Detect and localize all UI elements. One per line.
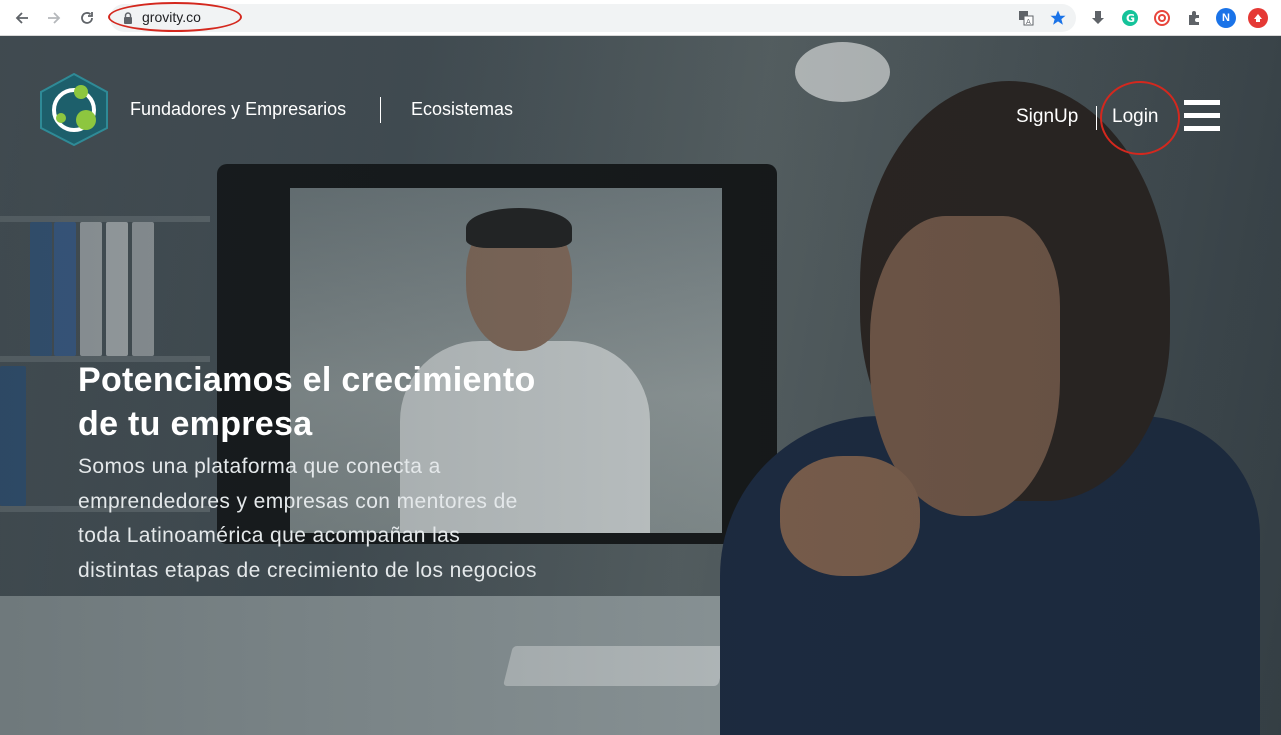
profile-avatar[interactable]: N [1216, 8, 1236, 28]
hamburger-menu-icon[interactable] [1184, 100, 1220, 132]
nav-founders-link[interactable]: Fundadores y Empresarios [130, 99, 346, 120]
download-icon[interactable] [1088, 8, 1108, 28]
auth-divider [1096, 106, 1097, 130]
hero-headline: Potenciamos el crecimiento de tu empresa [78, 358, 638, 446]
address-bar[interactable]: grovity.co A [110, 4, 1076, 32]
nav-ecosystems-link[interactable]: Ecosistemas [411, 99, 513, 120]
hero-section: Fundadores y Empresarios Ecosistemas Sig… [0, 36, 1281, 735]
hero-description-line: Somos una plataforma que conecta a [78, 455, 441, 478]
reload-icon[interactable] [77, 8, 97, 28]
url-annotation-circle [108, 2, 242, 32]
svg-text:A: A [1026, 18, 1031, 26]
signup-link[interactable]: SignUp [1016, 106, 1078, 128]
bookmark-star-icon[interactable] [1048, 8, 1068, 28]
grammarly-icon[interactable]: G [1120, 8, 1140, 28]
update-icon[interactable] [1248, 8, 1268, 28]
extension-spiral-icon[interactable] [1152, 8, 1172, 28]
forward-icon[interactable] [44, 8, 64, 28]
hero-description: Somos una plataforma que conecta a empre… [78, 450, 638, 588]
translate-icon[interactable]: A [1016, 8, 1036, 28]
hero-headline-line: Potenciamos el crecimiento [78, 361, 536, 399]
hero-description-line: emprendedores y empresas con mentores de [78, 489, 518, 513]
back-icon[interactable] [12, 8, 32, 28]
nav-divider [380, 97, 381, 123]
svg-text:G: G [1126, 12, 1135, 25]
grovity-logo[interactable] [38, 72, 110, 146]
login-annotation-circle [1100, 81, 1180, 155]
hero-description-line: distintas etapas de crecimiento de los n… [78, 558, 537, 582]
extensions-puzzle-icon[interactable] [1184, 8, 1204, 28]
hero-headline-line: de tu empresa [78, 405, 313, 443]
hero-description-line: toda Latinoamérica que acompañan las [78, 524, 461, 547]
browser-toolbar: grovity.co A G N [0, 0, 1281, 36]
